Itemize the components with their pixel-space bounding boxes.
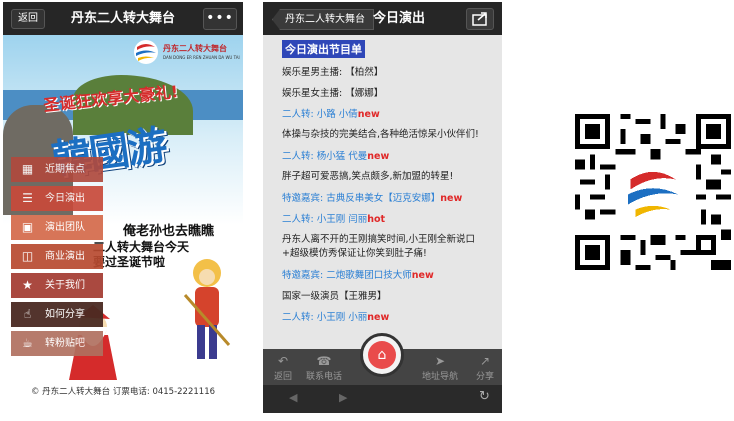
logo-mark-icon: [134, 40, 158, 64]
image-icon: ▣: [21, 220, 34, 234]
program-line: 国家一级演员【王雅男】: [282, 291, 387, 302]
program-line: 特邀嘉宾: 古典反串美女【迈克安娜】new: [282, 193, 502, 205]
program-line: 二人转: 杨小猛 代曼new: [282, 151, 502, 163]
new-badge: new: [440, 193, 463, 204]
toolbar-label: 返回: [273, 372, 292, 382]
program-line-text: 二人转: 小王刚 小丽: [282, 312, 368, 323]
menu-item-label: 演出团队: [45, 222, 85, 233]
top-nav-bar: 返回 丹东二人转大舞台 •••: [3, 2, 243, 35]
menu-item-label: 近期焦点: [45, 164, 85, 175]
program-line-text: 二人转: 小路 小倩: [282, 109, 358, 120]
hot-badge: hot: [367, 214, 386, 225]
logo-subtext: DAN DONG ER REN ZHUAN DA WU TAI: [163, 55, 240, 60]
back-button[interactable]: 丹东二人转大舞台: [272, 9, 374, 30]
thumbs-up-icon: ☝: [23, 307, 32, 321]
navigation-arrow-icon: ➤: [434, 354, 446, 368]
side-menu: ▦ 近期焦点 ☰ 今日演出 ▣ 演出团队 ◫ 商业演出 ★ 关于我们 ☝ 如何分…: [11, 157, 103, 360]
qr-code-image: [575, 114, 731, 270]
menu-item-label: 今日演出: [45, 193, 85, 204]
trophy-icon: ★: [22, 278, 33, 292]
top-nav-bar: 丹东二人转大舞台 今日演出: [263, 2, 502, 35]
menu-item-fan-forum[interactable]: ☕ 转粉贴吧: [11, 331, 103, 356]
menu-item-about[interactable]: ★ 关于我们: [11, 273, 103, 298]
home-icon: ⌂: [368, 341, 396, 369]
list-icon: ☰: [22, 191, 33, 205]
banner-slogan-1: 俺老孙也去瞧瞧: [123, 224, 215, 239]
toolbar-share-button[interactable]: ↗ 分享: [468, 354, 502, 382]
program-line: 二人转: 小王刚 小丽new: [282, 312, 502, 324]
program-line: 二人转: 小王刚 闫丽hot: [282, 214, 502, 226]
menu-item-label: 如何分享: [45, 309, 85, 320]
home-button[interactable]: ⌂: [360, 333, 404, 377]
program-line: 娱乐星男主播: 【柏然】: [282, 67, 384, 78]
brand-logo: 丹东二人转大舞台 DAN DONG ER REN ZHUAN DA WU TAI: [133, 39, 241, 69]
middle-phone-screen: 丹东二人转大舞台 今日演出 今日演出节目单 娱乐星男主播: 【柏然】 娱乐星女主…: [263, 2, 502, 413]
new-badge: new: [357, 109, 380, 120]
menu-item-how-to-share[interactable]: ☝ 如何分享: [11, 302, 103, 327]
toolbar-navigation-button[interactable]: ➤ 地址导航: [415, 354, 465, 382]
menu-item-team[interactable]: ▣ 演出团队: [11, 215, 103, 240]
browser-bottom-bar: ◀ ▶ ↻: [263, 385, 502, 413]
browser-back-icon[interactable]: ◀: [289, 391, 297, 404]
refresh-icon[interactable]: ↻: [479, 389, 490, 404]
toolbar-back-button[interactable]: ↶ 返回: [263, 354, 303, 382]
new-badge: new: [367, 151, 390, 162]
program-line-text: 二人转: 小王刚 闫丽: [282, 214, 368, 225]
more-button[interactable]: •••: [203, 8, 237, 30]
program-line-text: 二人转: 杨小猛 代曼: [282, 151, 368, 162]
calendar-icon: ▦: [21, 162, 34, 176]
program-line-text: 特邀嘉宾: 二炮歌舞团口技大师: [282, 270, 412, 281]
program-description: 丹东人离不开的王刚搞笑时间,小王刚全新说口+超级模仿秀保证让你笑到肚子痛!: [282, 234, 476, 259]
monkey-king-image: [183, 259, 231, 359]
coffee-icon: ☕: [22, 336, 33, 350]
banner-slogan-2b: 要过圣诞节啦: [93, 255, 166, 269]
program-description: 体操与杂技的完美结合,各种绝活惊呆小伙伴们!: [282, 129, 479, 140]
page-title: 今日演出: [373, 11, 426, 26]
program-line: 特邀嘉宾: 二炮歌舞团口技大师new: [282, 270, 502, 282]
menu-item-label: 转粉贴吧: [45, 338, 85, 349]
new-badge: new: [411, 270, 434, 281]
menu-item-label: 商业演出: [45, 251, 85, 262]
left-phone-screen: 返回 丹东二人转大舞台 ••• 丹东二人转大舞台 DAN DONG ER REN…: [3, 2, 243, 413]
share-button[interactable]: [466, 8, 494, 30]
banner-slogan-2a: 二人转大舞台今天: [93, 240, 190, 254]
menu-item-commercial[interactable]: ◫ 商业演出: [11, 244, 103, 269]
menu-item-today-shows[interactable]: ☰ 今日演出: [11, 186, 103, 211]
toolbar-phone-button[interactable]: ☎ 联系电话: [303, 354, 345, 382]
banner-slogan-2: 二人转大舞台今天 要过圣诞节啦: [93, 240, 189, 270]
logo-text: 丹东二人转大舞台: [163, 44, 227, 53]
share-icon: ↗: [479, 354, 491, 368]
toolbar-label: 地址导航: [421, 372, 458, 382]
program-content[interactable]: 今日演出节目单 娱乐星男主播: 【柏然】 娱乐星女主播: 【娜娜】 二人转: 小…: [263, 35, 502, 349]
toolbar-label: 联系电话: [305, 372, 342, 382]
program-line-text: 特邀嘉宾: 古典反串美女【迈克安娜】: [282, 193, 441, 204]
menu-item-label: 关于我们: [45, 280, 85, 291]
phone-icon: ☎: [316, 354, 332, 368]
share-icon: [472, 12, 487, 26]
program-title: 今日演出节目单: [282, 40, 365, 58]
footer-contact: © 丹东二人转大舞台 订票电话: 0415-2221116: [30, 387, 216, 397]
browser-forward-icon[interactable]: ▶: [339, 391, 347, 404]
menu-item-recent-focus[interactable]: ▦ 近期焦点: [11, 157, 103, 182]
toolbar-label: 分享: [475, 372, 494, 382]
back-arrow-icon: ↶: [277, 354, 289, 368]
bottom-toolbar: ↶ 返回 ☎ 联系电话 ⌂ ➤ 地址导航 ↗ 分享: [263, 333, 502, 385]
program-description: 胖子超可爱恶搞,笑点颇多,新加盟的转星!: [282, 171, 454, 182]
program-line: 娱乐星女主播: 【娜娜】: [282, 88, 384, 99]
windows-icon: ◫: [21, 249, 34, 263]
new-badge: new: [367, 312, 390, 323]
program-line: 二人转: 小路 小倩new: [282, 109, 502, 121]
